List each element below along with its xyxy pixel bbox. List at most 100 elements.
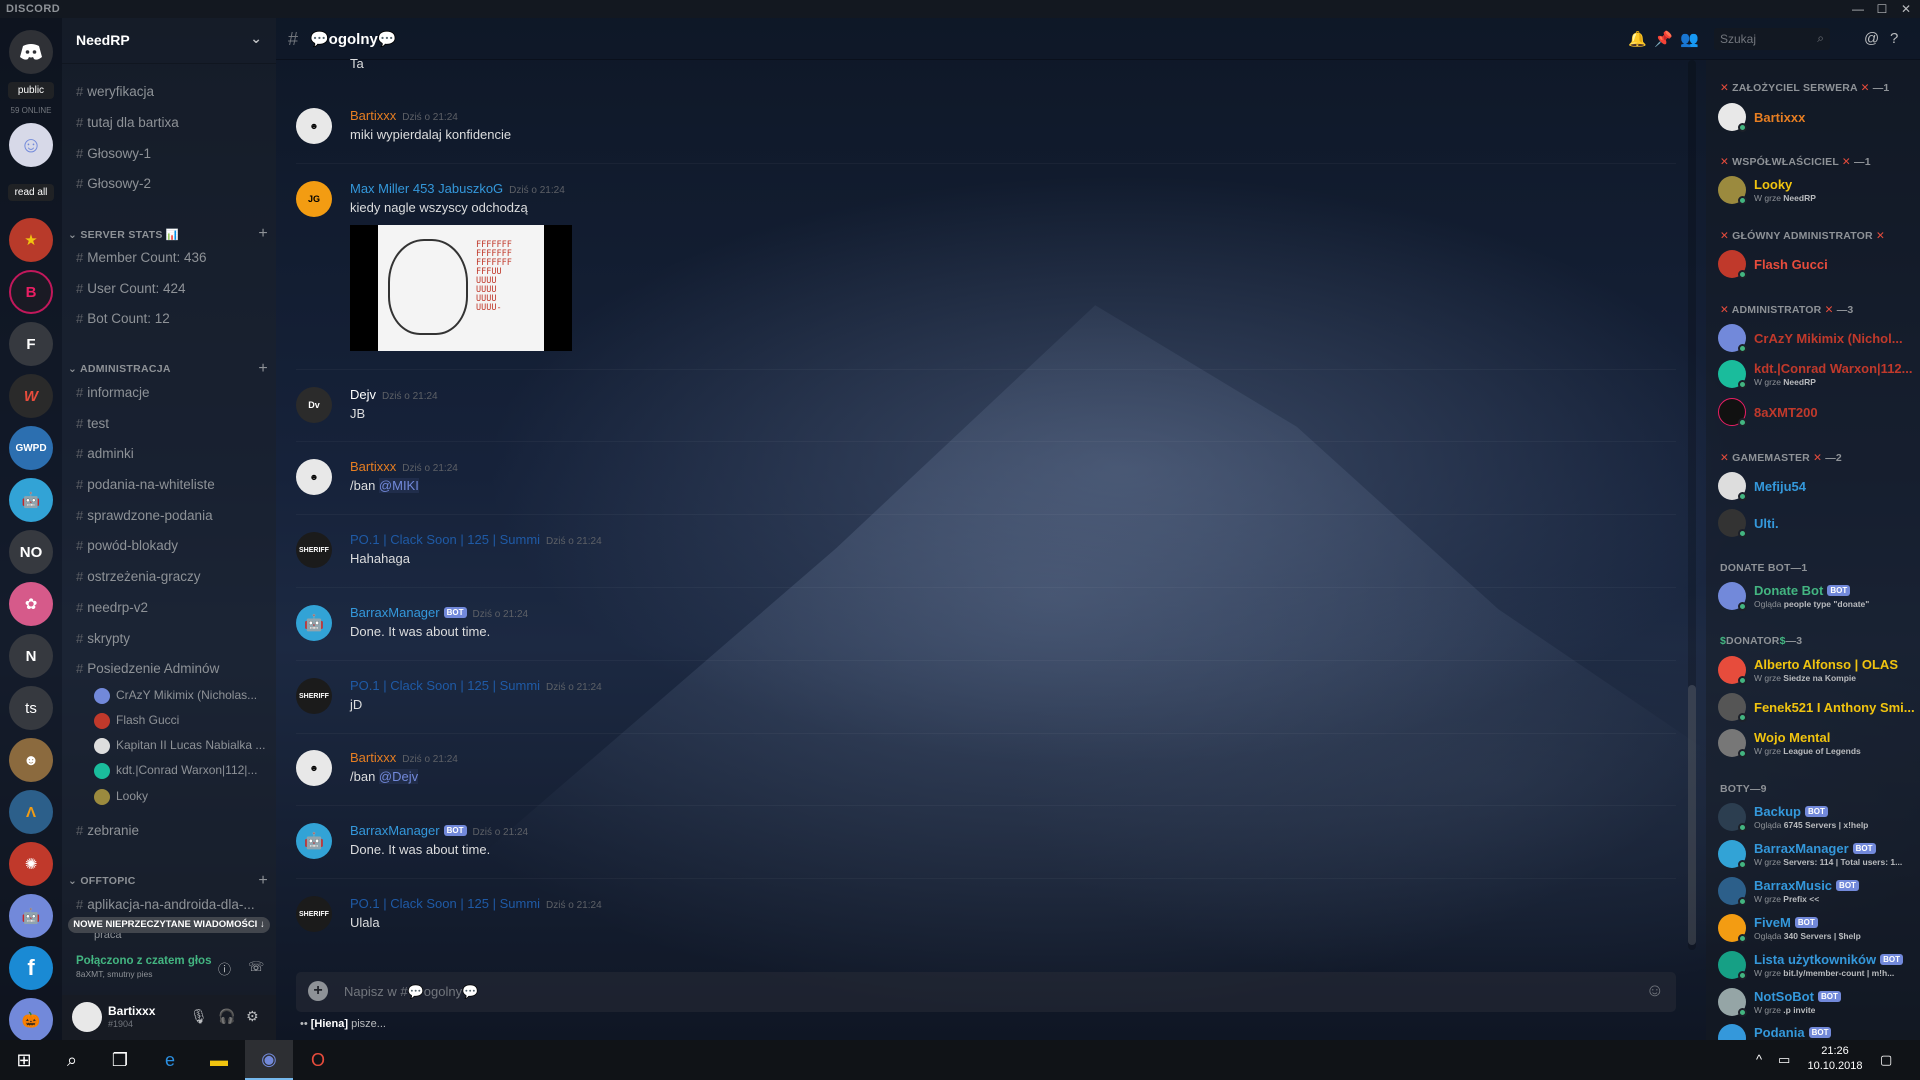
channel-aplikacja[interactable]: # aplikacja-na-androida-dla-...: [76, 897, 272, 912]
voice-channel-posiedzenie[interactable]: # Posiedzenie Adminów: [76, 661, 272, 676]
avatar[interactable]: JG: [296, 181, 332, 217]
channel-glosowy-2[interactable]: # Głosowy-2: [76, 176, 272, 191]
channel-sprawdzone-podania[interactable]: # sprawdzone-podania: [76, 508, 272, 523]
avatar[interactable]: 🤖: [296, 823, 332, 859]
server-icon-w[interactable]: W: [9, 374, 53, 418]
category-server-stats[interactable]: ⌄ SERVER STATS 📊 +: [68, 225, 268, 243]
server-icon-gwpd[interactable]: GWPD: [9, 426, 53, 470]
add-channel-icon[interactable]: +: [258, 360, 268, 378]
channel-glosowy-1[interactable]: # Głosowy-1: [76, 146, 272, 161]
category-administracja[interactable]: ⌄ ADMINISTRACJA +: [68, 360, 268, 378]
read-all-button[interactable]: read all: [8, 184, 54, 201]
avatar[interactable]: SHERIFF: [296, 896, 332, 932]
user-mention[interactable]: @MIKI: [378, 478, 419, 493]
channel-adminki[interactable]: # adminki: [76, 446, 272, 461]
avatar[interactable]: ☻: [296, 750, 332, 786]
category-offtopic[interactable]: ⌄ OFFTOPIC +: [68, 872, 268, 890]
avatar[interactable]: 🤖: [296, 605, 332, 641]
opera-browser-icon[interactable]: O: [294, 1040, 342, 1080]
message-composer[interactable]: + Napisz w #💬ogolny💬 ☺: [296, 972, 1676, 1012]
network-icon[interactable]: ▭: [1778, 1052, 1790, 1068]
server-icon-character[interactable]: ☻: [9, 738, 53, 782]
home-button[interactable]: [9, 30, 53, 74]
file-explorer-icon[interactable]: ▬: [195, 1040, 243, 1080]
pin-icon[interactable]: 📌: [1654, 30, 1673, 48]
new-unread-messages-bar[interactable]: NOWE NIEPRZECZYTANE WIADOMOŚCI ↓: [68, 917, 270, 933]
server-icon-robot[interactable]: 🤖: [9, 478, 53, 522]
close-button[interactable]: ✕: [1895, 0, 1917, 18]
upload-plus-icon[interactable]: +: [308, 981, 328, 1001]
server-icon-pumpkin[interactable]: 🎃: [9, 998, 53, 1042]
headphones-icon[interactable]: 🎧: [218, 1008, 235, 1025]
channel-tutaj-dla-bartixa[interactable]: # tutaj dla bartixa: [76, 115, 272, 130]
channel-skrypty[interactable]: # skrypty: [76, 631, 272, 646]
server-icon-f[interactable]: F: [9, 322, 53, 366]
embedded-meme-image[interactable]: FFFFFFF FFFFFFF FFFFFFF FFFUU UUUU UUUU …: [350, 225, 572, 351]
voice-user[interactable]: Looky: [94, 789, 270, 805]
search-input[interactable]: Szukaj ⌕: [1714, 28, 1830, 50]
bell-icon[interactable]: 🔔: [1628, 30, 1647, 48]
member-list-icon[interactable]: 👥: [1680, 30, 1699, 48]
emoji-picker-icon[interactable]: ☺: [1646, 980, 1664, 1001]
server-icon-lambda[interactable]: Λ: [9, 790, 53, 834]
task-view-icon[interactable]: ❐: [96, 1040, 144, 1080]
channel-zebranie[interactable]: # zebranie: [76, 823, 272, 838]
settings-gear-icon[interactable]: ⚙: [246, 1008, 259, 1025]
channel-weryfikacja[interactable]: # weryfikacja: [76, 84, 272, 99]
channel-ostrzezenia[interactable]: # ostrzeżenia-graczy: [76, 569, 272, 584]
voice-user[interactable]: kdt.|Conrad Warxon|112|...: [94, 763, 270, 779]
server-icon-pink[interactable]: ✿: [9, 582, 53, 626]
channel-powod-blokady[interactable]: # powód-blokady: [76, 538, 272, 553]
channel-needrp-v2[interactable]: # needrp-v2: [76, 600, 272, 615]
channel-bot-count[interactable]: # Bot Count: 12: [76, 311, 272, 326]
voice-user[interactable]: CrAzY Mikimix (Nicholas...: [94, 688, 270, 704]
add-channel-icon[interactable]: +: [258, 225, 268, 243]
disconnect-icon[interactable]: ☏: [248, 959, 264, 975]
chat-scrollbar[interactable]: [1688, 60, 1696, 950]
info-icon[interactable]: ⓘ: [218, 959, 231, 978]
avatar[interactable]: [72, 1002, 102, 1032]
public-label[interactable]: public: [8, 82, 54, 99]
minimize-button[interactable]: —: [1847, 0, 1869, 18]
mute-icon[interactable]: 🎙: [190, 1008, 208, 1025]
search-icon[interactable]: ⌕: [48, 1040, 96, 1080]
avatar[interactable]: ☻: [296, 459, 332, 495]
server-icon-no[interactable]: NO: [9, 530, 53, 574]
windows-start-icon[interactable]: ⊞: [0, 1040, 48, 1080]
notifications-icon[interactable]: ▢: [1880, 1052, 1892, 1068]
discord-taskbar-icon[interactable]: ◉: [245, 1040, 293, 1080]
avatar[interactable]: SHERIFF: [296, 678, 332, 714]
server-icon-bot[interactable]: 🤖: [9, 894, 53, 938]
channel-podania[interactable]: # podania-na-whiteliste: [76, 477, 272, 492]
maximize-button[interactable]: ☐: [1871, 0, 1893, 18]
channel-test[interactable]: # test: [76, 416, 272, 431]
voice-user[interactable]: Kapitan II Lucas Nabialka ...: [94, 738, 270, 754]
add-channel-icon[interactable]: +: [258, 872, 268, 890]
voice-user[interactable]: Flash Gucci: [94, 713, 270, 729]
channel-informacje[interactable]: # informacje: [76, 385, 272, 400]
edge-browser-icon[interactable]: e: [146, 1040, 194, 1080]
server-icon-pikachu[interactable]: ★: [9, 218, 53, 262]
server-icon-red[interactable]: ✺: [9, 842, 53, 886]
meme-canvas: FFFFFFF FFFFFFF FFFFFFF FFFUU UUUU UUUU …: [378, 225, 544, 351]
scrollbar-thumb[interactable]: [1688, 685, 1696, 945]
server-icon-ts[interactable]: ts: [9, 686, 53, 730]
chevron-up-icon[interactable]: ^: [1756, 1052, 1762, 1067]
server-icon-friends[interactable]: ☺: [9, 123, 53, 167]
member-item[interactable]: Podania BOT: [1718, 1024, 1918, 1040]
avatar[interactable]: ☻: [296, 108, 332, 144]
guild-header[interactable]: NeedRP ⌄: [62, 18, 276, 64]
avatar[interactable]: Dv: [296, 387, 332, 423]
help-icon[interactable]: ?: [1890, 30, 1898, 47]
server-icon-b[interactable]: B: [9, 270, 53, 314]
pikachu-icon: ★: [24, 232, 38, 249]
avatar[interactable]: SHERIFF: [296, 532, 332, 568]
mention-icon[interactable]: @: [1864, 30, 1879, 47]
system-clock[interactable]: 21:26 10.10.2018: [1800, 1044, 1870, 1074]
user-mention[interactable]: @Dejv: [378, 769, 419, 784]
server-icon-n[interactable]: N: [9, 634, 53, 678]
channel-member-count[interactable]: # Member Count: 436: [76, 250, 272, 265]
channel-user-count[interactable]: # User Count: 424: [76, 281, 272, 296]
server-icon-fb[interactable]: f: [9, 946, 53, 990]
voice-connected-status[interactable]: Połączono z czatem głos: [76, 955, 262, 967]
